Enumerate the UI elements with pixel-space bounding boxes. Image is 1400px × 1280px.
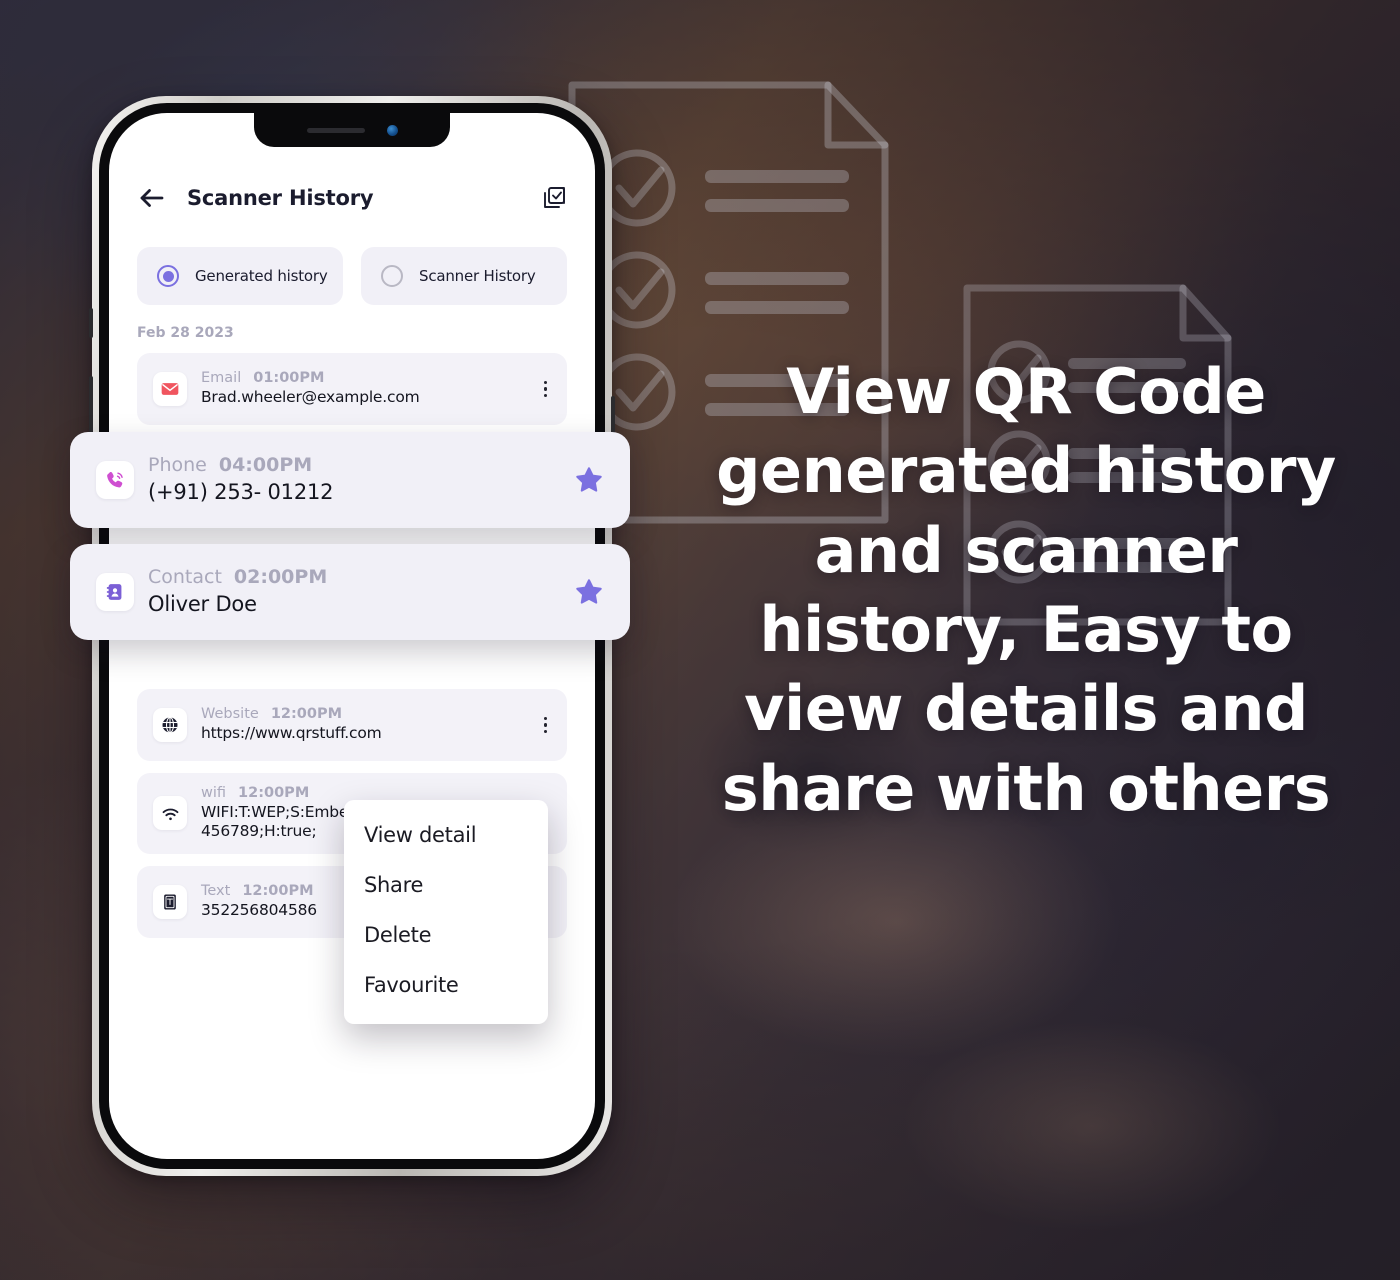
favourite-star-icon[interactable] [574, 465, 604, 495]
row-meta: Website 12:00PM [201, 706, 530, 722]
row-time: 02:00PM [233, 566, 328, 589]
row-type: Email [201, 370, 242, 387]
row-time: 12:00PM [270, 706, 343, 723]
history-card-phone[interactable]: Phone 04:00PM (+91) 253- 01212 [70, 432, 630, 528]
menu-item-view-detail[interactable]: View detail [344, 810, 548, 860]
contact-icon [96, 573, 134, 611]
earpiece-speaker [306, 127, 365, 133]
row-type: Contact [148, 566, 222, 589]
history-row-email[interactable]: Email 01:00PM Brad.wheeler@example.com [137, 353, 567, 425]
radio-scanner-history[interactable] [381, 265, 403, 287]
radio-generated-history[interactable] [157, 265, 179, 287]
globe-glyph [162, 716, 178, 734]
row-body: Website 12:00PM https://www.qrstuff.com [201, 706, 530, 743]
app-bar: Scanner History [137, 169, 567, 227]
front-camera-icon [386, 124, 398, 136]
promo-headline: View QR Code generated history and scann… [716, 355, 1336, 825]
menu-item-favourite[interactable]: Favourite [344, 960, 548, 1010]
phone-call-glyph [106, 471, 123, 487]
history-row-website[interactable]: Website 12:00PM https://www.qrstuff.com [137, 689, 567, 761]
favourite-star-icon[interactable] [574, 577, 604, 607]
row-type: Text [201, 883, 231, 900]
phone-silencer-switch [89, 308, 93, 338]
row-time: 04:00PM [218, 454, 313, 477]
row-value: Oliver Doe [148, 592, 257, 617]
email-icon [153, 372, 187, 406]
row-type: wifi [201, 785, 227, 801]
contact-card-glyph [106, 584, 122, 600]
row-value: https://www.qrstuff.com [201, 724, 382, 743]
row-type: Phone [148, 454, 207, 477]
toggle-scanner-history[interactable]: Scanner History [361, 247, 567, 305]
radio-dot [162, 270, 174, 282]
row-overflow-menu-icon[interactable] [540, 377, 552, 402]
menu-item-delete[interactable]: Delete [344, 910, 548, 960]
date-group-label: Feb 28 2023 [137, 325, 234, 341]
row-type: Website [201, 706, 259, 723]
row-body: Phone 04:00PM (+91) 253- 01212 [148, 454, 574, 505]
menu-item-share[interactable]: Share [344, 860, 548, 910]
row-body: Email 01:00PM Brad.wheeler@example.com [201, 370, 530, 407]
toggle-label-generated: Generated history [195, 267, 328, 285]
row-overflow-menu-icon[interactable] [540, 713, 552, 738]
back-arrow-icon[interactable] [137, 183, 167, 213]
row-value: Brad.wheeler@example.com [201, 388, 420, 407]
row-meta: Contact 02:00PM [148, 566, 574, 588]
select-all-icon[interactable] [541, 185, 567, 211]
wifi-glyph [162, 808, 178, 820]
row-context-menu[interactable]: View detail Share Delete Favourite [344, 800, 548, 1024]
text-icon [153, 884, 187, 919]
toggle-generated-history[interactable]: Generated history [137, 247, 343, 305]
page-title: Scanner History [187, 186, 374, 210]
row-value: (+91) 253- 01212 [148, 480, 334, 505]
row-time: 01:00PM [253, 370, 325, 387]
row-meta: wifi 12:00PM [201, 785, 530, 801]
website-icon [153, 708, 187, 742]
wifi-icon [153, 796, 187, 831]
phone-icon [96, 461, 134, 499]
row-meta: Email 01:00PM [201, 370, 530, 386]
history-mode-toggle-group: Generated history Scanner History [137, 247, 567, 305]
toggle-label-scanner: Scanner History [419, 267, 536, 285]
phone-notch [254, 113, 450, 147]
row-time: 12:00PM [242, 883, 314, 900]
text-doc-glyph [164, 894, 176, 910]
row-meta: Phone 04:00PM [148, 454, 574, 476]
email-glyph [161, 383, 179, 395]
phone-volume-up-button [89, 376, 93, 436]
row-body: Contact 02:00PM Oliver Doe [148, 566, 574, 617]
history-card-contact[interactable]: Contact 02:00PM Oliver Doe [70, 544, 630, 640]
row-time: 12:00PM [238, 785, 310, 801]
